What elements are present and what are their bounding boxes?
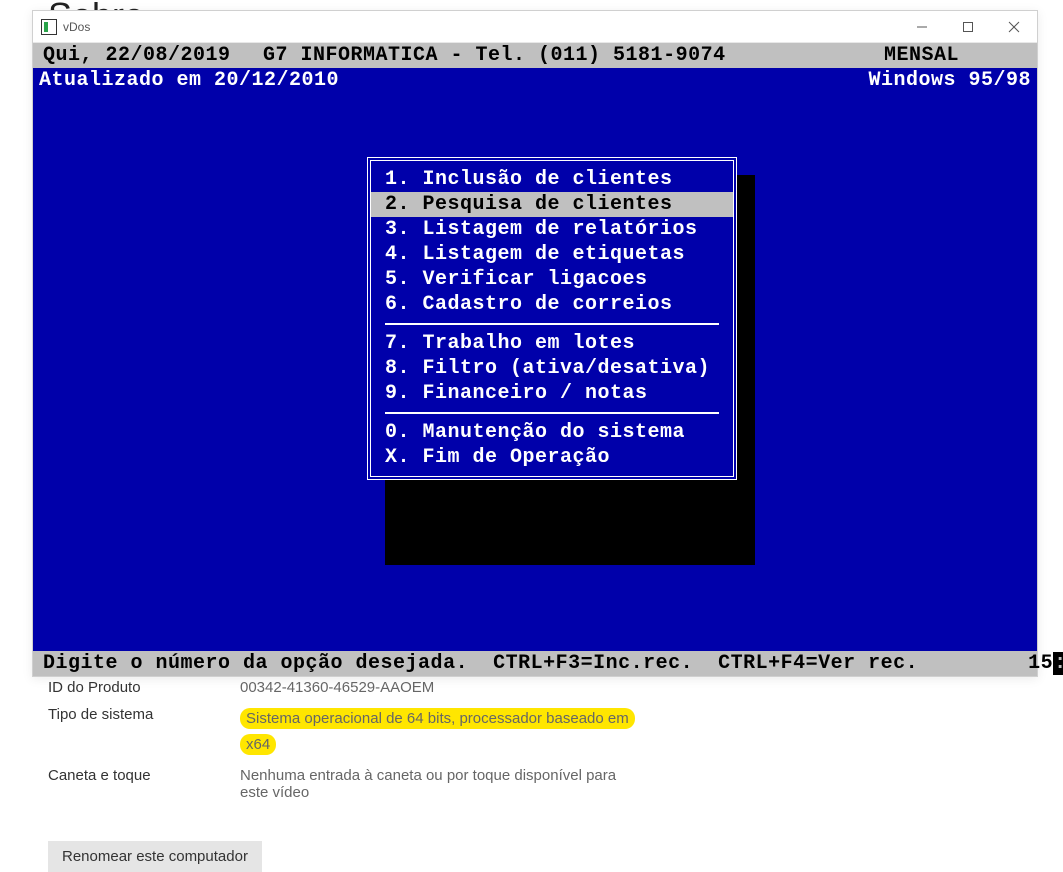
topbar-mode: MENSAL	[872, 43, 1037, 68]
menu-item-x[interactable]: X. Fim de Operação	[371, 445, 733, 470]
dos-secondbar: Atualizado em 20/12/2010 Windows 95/98	[33, 68, 1037, 93]
menu-item-9[interactable]: 9. Financeiro / notas	[371, 381, 733, 406]
time-hour: 15	[1028, 652, 1053, 675]
sysinfo-label: Caneta e toque	[48, 767, 240, 784]
vdos-window: vDos Qui, 22/08/2019 G7 INFORMATICA - Te…	[32, 10, 1038, 677]
menu-item-6[interactable]: 6. Cadastro de correios	[371, 292, 733, 317]
menu-item-4[interactable]: 4. Listagem de etiquetas	[371, 242, 733, 267]
sysinfo-label: Tipo de sistema	[48, 706, 240, 723]
menu-item-8[interactable]: 8. Filtro (ativa/desativa)	[371, 356, 733, 381]
sysinfo-value: 00342-41360-46529-AAOEM	[240, 679, 434, 696]
menu-item-1[interactable]: 1. Inclusão de clientes	[371, 167, 733, 192]
sysinfo-row-pen-touch: Caneta e toque Nenhuma entrada à caneta …	[48, 767, 640, 801]
menu-separator-1	[385, 323, 719, 325]
dos-topbar: Qui, 22/08/2019 G7 INFORMATICA - Tel. (0…	[33, 43, 1037, 68]
minimize-icon	[916, 21, 928, 33]
sysinfo-label: ID do Produto	[48, 679, 240, 696]
dos-bottombar: Digite o número da opção desejada. CTRL+…	[33, 651, 1037, 676]
topbar-company: G7 INFORMATICA - Tel. (011) 5181-9074	[243, 43, 872, 68]
menu-item-5[interactable]: 5. Verificar ligacoes	[371, 267, 733, 292]
secondbar-updated: Atualizado em 20/12/2010	[33, 68, 339, 93]
menu-item-3[interactable]: 3. Listagem de relatórios	[371, 217, 733, 242]
menu-container: 1. Inclusão de clientes 2. Pesquisa de c…	[367, 157, 737, 480]
window-title: vDos	[63, 20, 90, 34]
topbar-date: Qui, 22/08/2019	[33, 43, 243, 68]
close-icon	[1008, 21, 1020, 33]
menu-item-7[interactable]: 7. Trabalho em lotes	[371, 331, 733, 356]
app-icon	[41, 19, 57, 35]
menu-item-2[interactable]: 2. Pesquisa de clientes	[371, 192, 733, 217]
close-button[interactable]	[991, 11, 1037, 43]
sysinfo-value: Sistema operacional de 64 bits, processa…	[240, 706, 640, 757]
bottombar-time: 15:42	[918, 626, 1063, 701]
titlebar[interactable]: vDos	[33, 11, 1037, 43]
system-info-panel: ID do Produto 00342-41360-46529-AAOEM Ti…	[48, 679, 640, 811]
maximize-icon	[962, 21, 974, 33]
dos-screen: Qui, 22/08/2019 G7 INFORMATICA - Tel. (0…	[33, 43, 1037, 676]
highlight-marker: Sistema operacional de 64 bits, processa…	[240, 708, 635, 755]
time-colon: :	[1053, 652, 1063, 675]
sysinfo-row-system-type: Tipo de sistema Sistema operacional de 6…	[48, 706, 640, 757]
minimize-button[interactable]	[899, 11, 945, 43]
bottombar-prompt: Digite o número da opção desejada. CTRL+…	[33, 651, 918, 676]
menu-separator-2	[385, 412, 719, 414]
sysinfo-row-product-id: ID do Produto 00342-41360-46529-AAOEM	[48, 679, 640, 696]
rename-computer-button[interactable]: Renomear este computador	[48, 841, 262, 872]
secondbar-os: Windows 95/98	[868, 68, 1037, 93]
sysinfo-value: Nenhuma entrada à caneta ou por toque di…	[240, 767, 640, 801]
menu-box: 1. Inclusão de clientes 2. Pesquisa de c…	[367, 157, 737, 480]
menu-item-0[interactable]: 0. Manutenção do sistema	[371, 420, 733, 445]
maximize-button[interactable]	[945, 11, 991, 43]
